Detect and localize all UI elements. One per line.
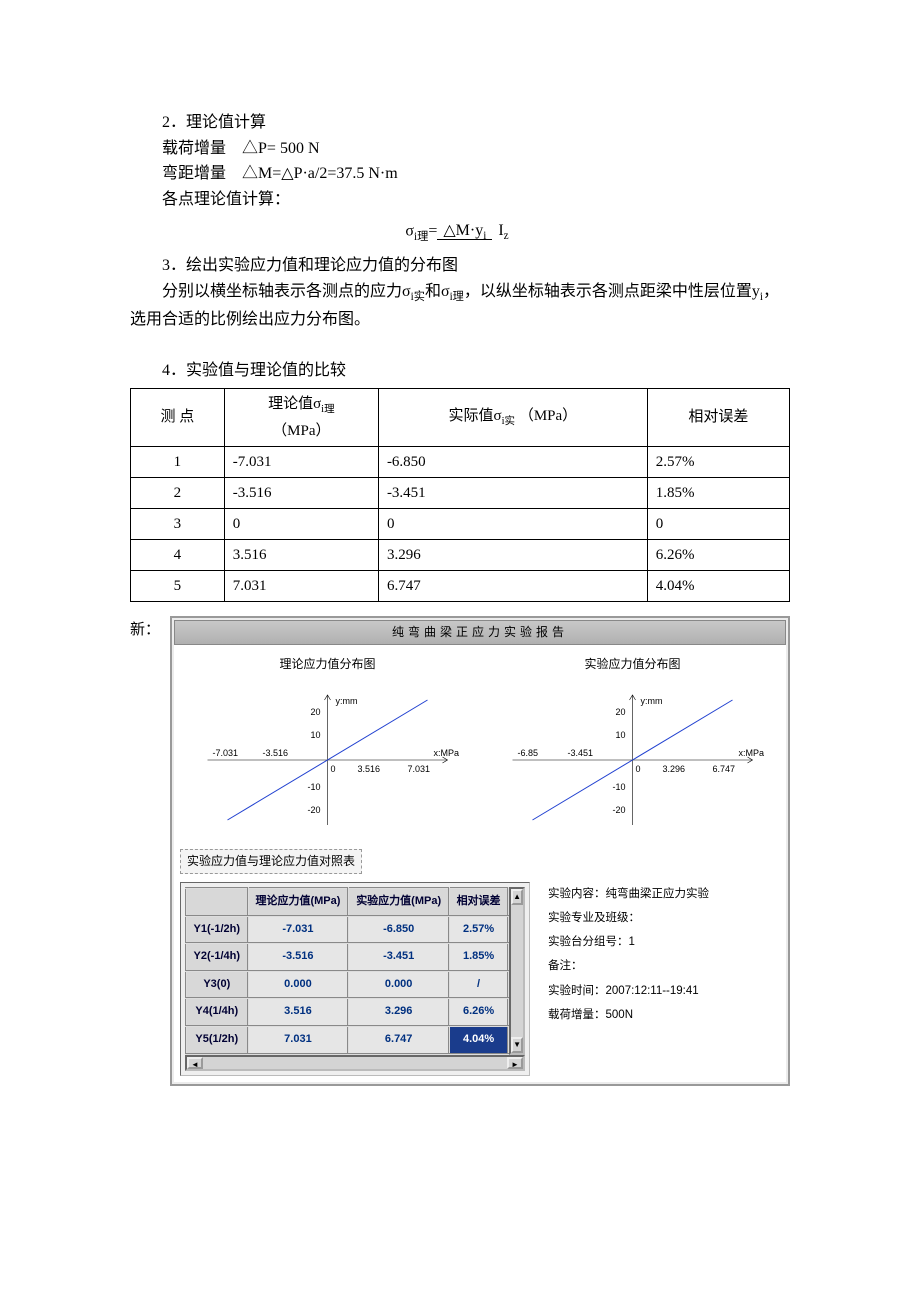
svg-text:7.031: 7.031 (408, 764, 431, 774)
chart1-xlabel: x:MPa (434, 748, 460, 758)
chart2-svg: y:mm x:MPa 20 10 0 -10 -20 -6.85 -3.451 … (485, 680, 780, 840)
info-line: 实验专业及班级： (548, 906, 709, 930)
info-line: 载荷增量：500N (548, 1003, 709, 1027)
section2-line1: 载荷增量 △P= 500 N (130, 136, 790, 162)
section3-body: 分别以横坐标轴表示各测点的应力σi实和σi理，以纵坐标轴表示各测点距梁中性层位置… (130, 279, 790, 333)
inner-table-row[interactable]: Y4(1/4h)3.5163.2966.26% (186, 998, 508, 1026)
inner-th-theo: 理论应力值(MPa) (248, 888, 349, 916)
scroll-up-icon[interactable]: ▲ (511, 889, 523, 905)
inner-table-row[interactable]: Y5(1/2h)7.0316.7474.04% (186, 1026, 508, 1054)
inner-th-err: 相对误差 (449, 888, 508, 916)
th-actual: 实际值σi实 （MPa） (378, 388, 647, 446)
table-row: 3000 (131, 508, 790, 539)
formula-num-sub: i (483, 231, 486, 243)
section3-heading: 3．绘出实验应力值和理论应力值的分布图 (130, 253, 790, 279)
section2-line2: 弯距增量 △M=△P·a/2=37.5 N·m (130, 161, 790, 187)
scrollbar-vertical[interactable]: ▲ ▼ (509, 887, 525, 1055)
scrollbar-horizontal[interactable]: ◄ ► (185, 1055, 525, 1071)
table-row: 57.0316.7474.04% (131, 570, 790, 601)
th-theoretical: 理论值σi理 （MPa） (224, 388, 378, 446)
formula-num: △M·y (443, 222, 483, 239)
section4-heading: 4．实验值与理论值的比较 (130, 358, 790, 384)
scroll-down-icon[interactable]: ▼ (511, 1037, 523, 1053)
chart-theoretical: 理论应力值分布图 y:mm x:MPa 20 10 0 (180, 651, 475, 840)
chart2-ylabel: y:mm (641, 696, 663, 706)
inner-table-panel: 理论应力值(MPa) 实验应力值(MPa) 相对误差 Y1(-1/2h)-7.0… (180, 882, 530, 1076)
svg-text:20: 20 (311, 707, 321, 717)
section2-line3: 各点理论值计算： (130, 187, 790, 213)
info-line: 备注： (548, 954, 709, 978)
inner-comparison-table: 理论应力值(MPa) 实验应力值(MPa) 相对误差 Y1(-1/2h)-7.0… (185, 887, 509, 1055)
svg-text:-20: -20 (308, 805, 321, 815)
moment-increment-value: △M=△P·a/2=37.5 N·m (242, 165, 398, 182)
chart1-svg: y:mm x:MPa 20 10 0 -10 -20 -7.031 -3.516… (180, 680, 475, 840)
info-line: 实验台分组号：1 (548, 930, 709, 954)
svg-text:-7.031: -7.031 (213, 748, 239, 758)
formula-den-sub: z (504, 231, 509, 243)
load-increment-label: 载荷增量 (162, 140, 226, 157)
svg-text:10: 10 (616, 730, 626, 740)
scroll-left-icon[interactable]: ◄ (187, 1057, 203, 1069)
svg-text:3.296: 3.296 (663, 764, 686, 774)
inner-table-caption: 实验应力值与理论应力值对照表 (180, 849, 362, 874)
app-titlebar: 纯弯曲梁正应力实验报告 (174, 620, 786, 645)
svg-text:10: 10 (311, 730, 321, 740)
info-line: 实验时间：2007:12:11--19:41 (548, 979, 709, 1003)
svg-text:6.747: 6.747 (713, 764, 736, 774)
th-error: 相对误差 (647, 388, 789, 446)
svg-text:20: 20 (616, 707, 626, 717)
chart1-title: 理论应力值分布图 (280, 655, 376, 674)
svg-text:-20: -20 (613, 805, 626, 815)
app-prefix-label: 新： (130, 616, 160, 642)
experiment-info: 实验内容：纯弯曲梁正应力实验 实验专业及班级： 实验台分组号：1 备注： 实验时… (548, 882, 709, 1027)
svg-text:-10: -10 (613, 782, 626, 792)
inner-table-row[interactable]: Y3(0)0.0000.000/ (186, 971, 508, 999)
svg-text:-6.85: -6.85 (518, 748, 539, 758)
sigma-formula: σi理=△M·yiIz (130, 218, 790, 247)
scroll-right-icon[interactable]: ► (507, 1057, 523, 1069)
svg-text:0: 0 (331, 764, 336, 774)
inner-th-blank (186, 888, 248, 916)
info-line: 实验内容：纯弯曲梁正应力实验 (548, 882, 709, 906)
app-window: 纯弯曲梁正应力实验报告 理论应力值分布图 y:mm x:MPa (170, 616, 790, 1086)
inner-table-row[interactable]: Y1(-1/2h)-7.031-6.8502.57% (186, 916, 508, 944)
formula-lhs-sub: i理 (414, 231, 428, 243)
table-row: 43.5163.2966.26% (131, 539, 790, 570)
section2-heading: 2．理论值计算 (130, 110, 790, 136)
chart2-xlabel: x:MPa (739, 748, 765, 758)
formula-eq: = (428, 223, 437, 240)
inner-th-act: 实验应力值(MPa) (348, 888, 449, 916)
table-row: 2-3.516-3.4511.85% (131, 477, 790, 508)
chart2-title: 实验应力值分布图 (585, 655, 681, 674)
comparison-table: 测 点 理论值σi理 （MPa） 实际值σi实 （MPa） 相对误差 1-7.0… (130, 388, 790, 602)
svg-text:0: 0 (636, 764, 641, 774)
svg-text:3.516: 3.516 (358, 764, 381, 774)
svg-text:-3.516: -3.516 (263, 748, 289, 758)
table-row: 1-7.031-6.8502.57% (131, 446, 790, 477)
chart1-ylabel: y:mm (336, 696, 358, 706)
chart-experimental: 实验应力值分布图 y:mm x:MPa 20 10 0 (485, 651, 780, 840)
formula-lhs: σ (405, 223, 414, 240)
th-point: 测 点 (131, 388, 225, 446)
load-increment-value: △P= 500 N (242, 140, 319, 157)
inner-table-row[interactable]: Y2(-1/4h)-3.516-3.4511.85% (186, 943, 508, 971)
svg-text:-3.451: -3.451 (568, 748, 594, 758)
svg-text:-10: -10 (308, 782, 321, 792)
moment-increment-label: 弯距增量 (162, 165, 226, 182)
